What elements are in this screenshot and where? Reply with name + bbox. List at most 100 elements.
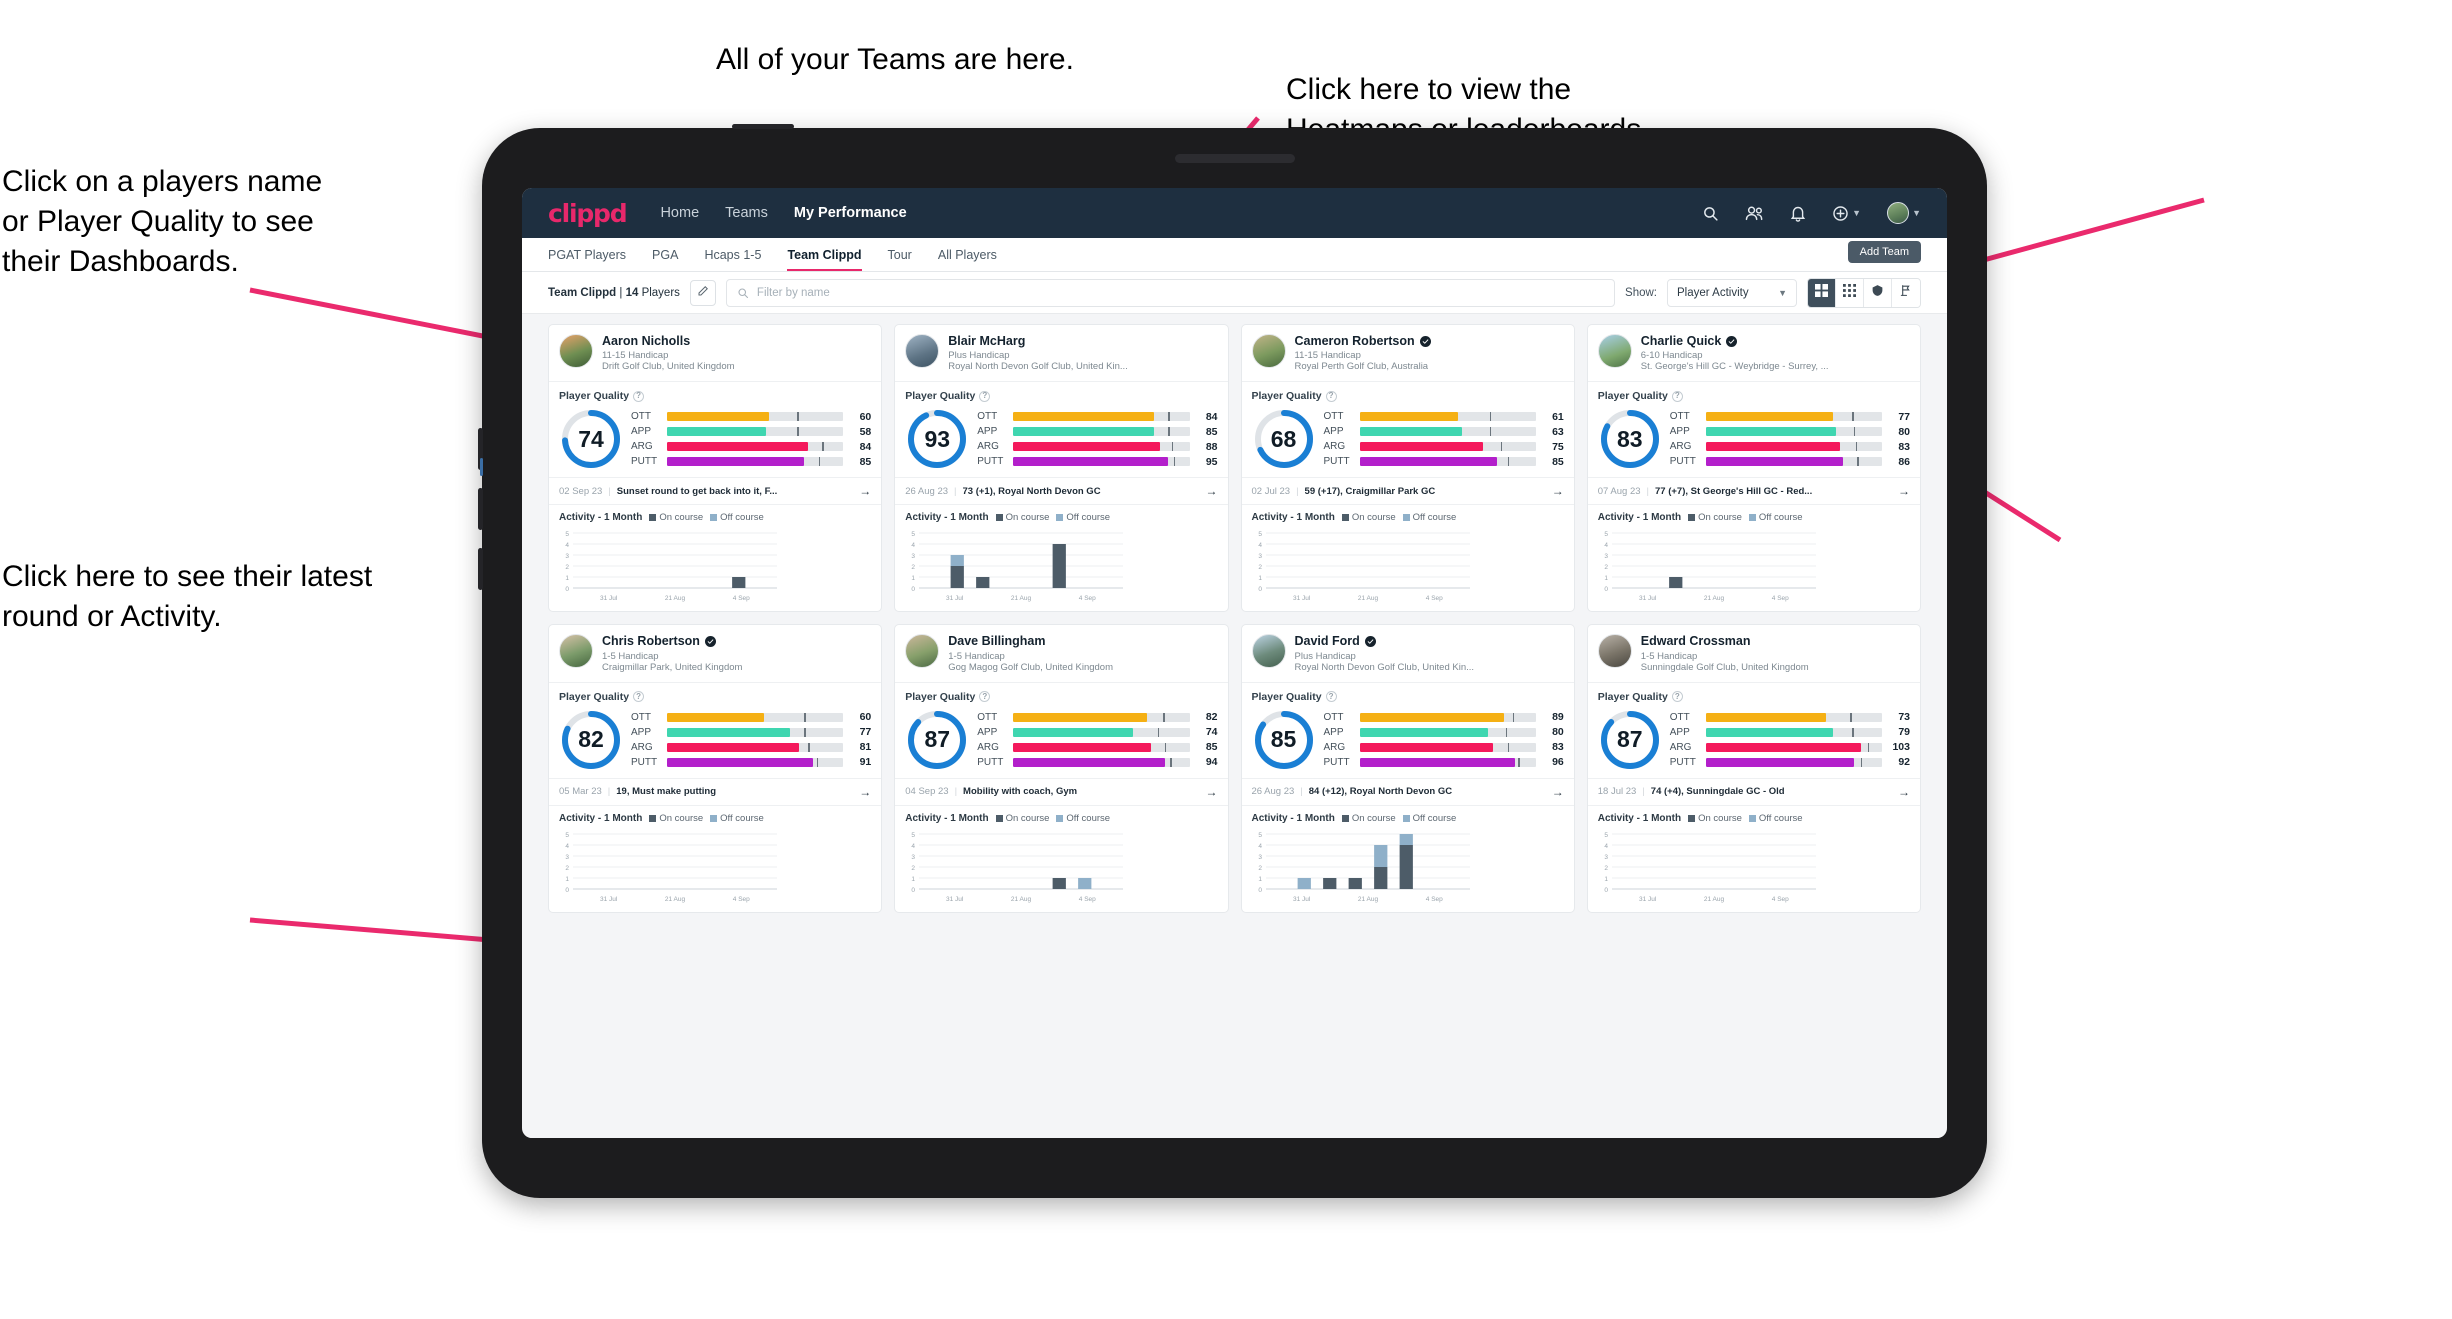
sleep-indicator [480, 458, 483, 476]
player-quality-section[interactable]: Player Quality ? 87 OTT [895, 683, 1227, 778]
nav-teams[interactable]: Teams [725, 205, 768, 221]
player-card-header[interactable]: Charlie Quick 6-10 Handicap St. George's… [1587, 325, 1920, 383]
player-card-header[interactable]: David Ford Plus Handicap Royal North Dev… [1241, 625, 1574, 683]
add-team-button[interactable]: Add Team [1847, 241, 1921, 263]
help-icon[interactable]: ? [1325, 691, 1337, 703]
player-name[interactable]: Chris Robertson [602, 634, 742, 648]
show-select[interactable]: Player Activity ▼ [1667, 278, 1797, 307]
quality-score-ring: 87 [1598, 708, 1662, 772]
latest-round-row[interactable]: 02 Sep 23 | Sunset round to get back int… [549, 477, 882, 506]
metric-value: 73 [1898, 711, 1910, 724]
player-card-header[interactable]: Edward Crossman 1-5 Handicap Sunningdale… [1587, 625, 1920, 683]
help-icon[interactable]: ? [1671, 691, 1683, 703]
player-card[interactable]: Chris Robertson 1-5 Handicap Craigmillar… [548, 624, 883, 913]
arrow-right-icon[interactable]: → [1552, 484, 1564, 498]
latest-round-row[interactable]: 18 Jul 23 | 74 (+4), Sunningdale GC - Ol… [1587, 777, 1920, 806]
tab-hcaps-1-5[interactable]: Hcaps 1-5 [704, 248, 761, 271]
tab-pgat-players[interactable]: PGAT Players [548, 248, 626, 271]
player-card-header[interactable]: Dave Billingham 1-5 Handicap Gog Magog G… [895, 625, 1228, 683]
search-input[interactable] [756, 286, 1605, 299]
player-name[interactable]: David Ford [1295, 634, 1475, 648]
metric-bar [1013, 427, 1190, 437]
latest-round-row[interactable]: 05 Mar 23 | 19, Must make putting → [549, 777, 882, 806]
legend-swatch-on [995, 514, 1003, 522]
player-card[interactable]: Dave Billingham 1-5 Handicap Gog Magog G… [894, 624, 1229, 913]
tab-pga[interactable]: PGA [652, 248, 678, 271]
tab-team-clippd[interactable]: Team Clippd [787, 248, 862, 271]
player-name[interactable]: Dave Billingham [948, 634, 1113, 648]
player-cards-area[interactable]: Aaron Nicholls 11-15 Handicap Drift Golf… [522, 314, 1947, 1138]
metric-value: 63 [1552, 425, 1564, 438]
search-icon[interactable] [1702, 205, 1719, 222]
latest-round-row[interactable]: 02 Jul 23 | 59 (+17), Craigmillar Park G… [1241, 477, 1574, 506]
player-name[interactable]: Edward Crossman [1641, 634, 1809, 648]
player-card-header[interactable]: Chris Robertson 1-5 Handicap Craigmillar… [549, 625, 882, 683]
metric-label: APP [977, 426, 998, 438]
help-icon[interactable]: ? [1671, 390, 1683, 402]
help-icon[interactable]: ? [979, 390, 991, 402]
player-card[interactable]: Charlie Quick 6-10 Handicap St. George's… [1586, 324, 1921, 613]
power-button[interactable] [732, 124, 794, 129]
arrow-right-icon[interactable]: → [1898, 785, 1910, 799]
nav-my-performance[interactable]: My Performance [794, 205, 907, 221]
arrow-right-icon[interactable]: → [1206, 785, 1218, 799]
player-name[interactable]: Charlie Quick [1641, 334, 1829, 348]
activity-title: Activity - 1 Month [1597, 812, 1682, 824]
plus-circle-icon[interactable]: ▼ [1832, 205, 1861, 222]
grid-small-view-button[interactable] [1836, 278, 1864, 307]
help-icon[interactable]: ? [633, 390, 645, 402]
latest-round-row[interactable]: 26 Aug 23 | 84 (+12), Royal North Devon … [1241, 777, 1574, 806]
player-avatar [1597, 634, 1632, 669]
tab-all-players[interactable]: All Players [938, 248, 997, 271]
view-toggle-group [1807, 277, 1921, 308]
bell-icon[interactable] [1790, 205, 1806, 222]
avatar[interactable]: ▼ [1887, 202, 1921, 224]
metric-bar [1705, 427, 1882, 437]
metric-bar [1705, 757, 1882, 767]
player-cards-grid: Aaron Nicholls 11-15 Handicap Drift Golf… [548, 324, 1921, 913]
player-card-header[interactable]: Cameron Robertson 11-15 Handicap Royal P… [1241, 325, 1574, 383]
player-card[interactable]: Edward Crossman 1-5 Handicap Sunningdale… [1586, 624, 1921, 913]
leaderboard-view-button[interactable] [1892, 278, 1920, 307]
latest-round-row[interactable]: 26 Aug 23 | 73 (+1), Royal North Devon G… [895, 477, 1228, 506]
arrow-right-icon[interactable]: → [859, 785, 871, 799]
player-card[interactable]: David Ford Plus Handicap Royal North Dev… [1240, 624, 1575, 913]
player-card[interactable]: Aaron Nicholls 11-15 Handicap Drift Golf… [548, 324, 883, 613]
player-quality-section[interactable]: Player Quality ? 82 OTT 60 APP 77 ARG 81… [549, 683, 881, 778]
player-name[interactable]: Aaron Nicholls [602, 334, 735, 348]
heatmap-view-button[interactable] [1864, 278, 1892, 307]
volume-down-button[interactable] [478, 488, 483, 530]
player-quality-section[interactable]: Player Quality ? 83 OTT 77 APP 80 ARG 83… [1588, 382, 1920, 477]
player-name[interactable]: Blair McHarg [948, 334, 1128, 348]
player-quality-section[interactable]: Player Quality ? 93 OTT 84 APP 85 ARG 88… [895, 382, 1227, 477]
edit-team-button[interactable] [689, 279, 716, 306]
arrow-right-icon[interactable]: → [1898, 484, 1910, 498]
player-quality-section[interactable]: Player Quality ? 87 OTT [1588, 683, 1920, 778]
grid-large-view-button[interactable] [1808, 278, 1836, 307]
latest-round-row[interactable]: 07 Aug 23 | 77 (+7), St George's Hill GC… [1587, 477, 1920, 506]
latest-round-row[interactable]: 04 Sep 23 | Mobility with coach, Gym → [895, 777, 1228, 806]
help-icon[interactable]: ? [1325, 390, 1337, 402]
player-card[interactable]: Blair McHarg Plus Handicap Royal North D… [894, 324, 1229, 613]
player-quality-section[interactable]: Player Quality ? 85 OTT 89 APP 80 ARG 83… [1242, 683, 1574, 778]
search-field-wrapper[interactable] [725, 278, 1616, 307]
player-card-header[interactable]: Aaron Nicholls 11-15 Handicap Drift Golf… [549, 325, 882, 383]
tab-tour[interactable]: Tour [888, 248, 912, 271]
people-icon[interactable] [1745, 205, 1764, 222]
extra-side-button[interactable] [478, 548, 483, 590]
player-card-header[interactable]: Blair McHarg Plus Handicap Royal North D… [895, 325, 1228, 383]
help-icon[interactable]: ? [633, 691, 645, 703]
nav-home[interactable]: Home [660, 205, 699, 221]
player-card[interactable]: Cameron Robertson 11-15 Handicap Royal P… [1240, 324, 1575, 613]
clippd-logo[interactable]: clippd [548, 199, 628, 228]
arrow-right-icon[interactable]: → [1206, 484, 1218, 498]
arrow-right-icon[interactable]: → [1552, 785, 1564, 799]
arrow-right-icon[interactable]: → [859, 484, 871, 498]
metric-value: 80 [1898, 425, 1910, 438]
svg-text:1: 1 [1604, 876, 1608, 883]
player-name[interactable]: Cameron Robertson [1295, 334, 1431, 348]
help-icon[interactable]: ? [979, 691, 991, 703]
player-quality-section[interactable]: Player Quality ? 68 OTT 61 APP 63 ARG 75… [1242, 382, 1574, 477]
svg-text:0: 0 [565, 887, 569, 894]
player-quality-section[interactable]: Player Quality ? 74 OTT 60 APP 58 ARG 84… [549, 382, 881, 477]
